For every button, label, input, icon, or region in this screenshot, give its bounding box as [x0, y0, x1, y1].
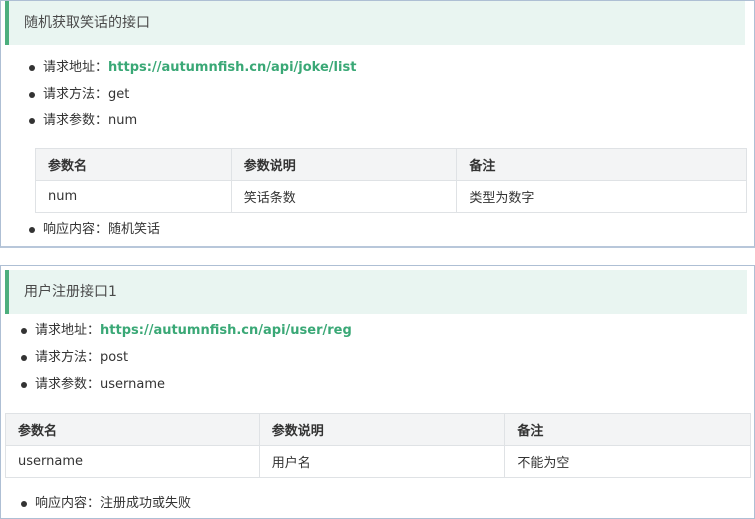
- table-header-row: 参数名 参数说明 备注: [35, 148, 747, 181]
- request-method-value: get: [108, 87, 130, 102]
- request-params-value: num: [108, 113, 138, 128]
- request-url-item: 请求地址：https://autumnfish.cn/api/joke/list: [29, 59, 356, 77]
- response-item: 响应内容：注册成功或失败: [21, 495, 191, 513]
- bullet-icon: [29, 65, 35, 71]
- cell-remark: 类型为数字: [456, 180, 747, 213]
- request-params-item: 请求参数：num: [29, 112, 137, 130]
- response-item: 响应内容：随机笑话: [29, 221, 160, 239]
- bullet-icon: [29, 227, 35, 233]
- bullet-icon: [29, 92, 35, 98]
- params-table: 参数名 参数说明 备注 num 笑话条数 类型为数字: [35, 148, 747, 213]
- request-method-item: 请求方法：post: [21, 349, 128, 367]
- request-url-item: 请求地址：https://autumnfish.cn/api/user/reg: [21, 322, 352, 340]
- cell-param-name: num: [35, 180, 232, 213]
- cell-remark: 不能为空: [504, 445, 751, 478]
- request-url-link[interactable]: https://autumnfish.cn/api/joke/list: [108, 60, 356, 75]
- response-value: 注册成功或失败: [100, 496, 192, 511]
- header-param-desc: 参数说明: [258, 413, 506, 446]
- request-method-value: post: [100, 350, 129, 365]
- response-value: 随机笑话: [108, 222, 161, 237]
- request-url-link[interactable]: https://autumnfish.cn/api/user/reg: [100, 323, 352, 338]
- cell-param-name: username: [5, 445, 260, 478]
- section-title: 用户注册接口1: [5, 270, 747, 314]
- header-param-name: 参数名: [5, 413, 260, 446]
- header-param-desc: 参数说明: [230, 148, 458, 181]
- request-method-item: 请求方法：get: [29, 86, 129, 104]
- section-title: 随机获取笑话的接口: [5, 1, 745, 45]
- table-row: username 用户名 不能为空: [5, 445, 751, 478]
- request-params-value: username: [100, 377, 166, 392]
- bullet-icon: [21, 355, 27, 361]
- cell-param-desc: 笑话条数: [230, 180, 458, 213]
- table-header-row: 参数名 参数说明 备注: [5, 413, 751, 446]
- table-row: num 笑话条数 类型为数字: [35, 180, 747, 213]
- bullet-icon: [21, 328, 27, 334]
- user-reg-api-panel: 用户注册接口1 请求地址：https://autumnfish.cn/api/u…: [0, 265, 755, 519]
- cell-param-desc: 用户名: [258, 445, 506, 478]
- bullet-icon: [29, 118, 35, 124]
- bullet-icon: [21, 501, 27, 507]
- params-table: 参数名 参数说明 备注 username 用户名 不能为空: [5, 413, 751, 478]
- header-param-name: 参数名: [35, 148, 232, 181]
- header-remark: 备注: [504, 413, 751, 446]
- header-remark: 备注: [456, 148, 747, 181]
- bullet-icon: [21, 382, 27, 388]
- request-params-item: 请求参数：username: [21, 376, 165, 394]
- joke-api-panel: 随机获取笑话的接口 请求地址：https://autumnfish.cn/api…: [0, 0, 755, 248]
